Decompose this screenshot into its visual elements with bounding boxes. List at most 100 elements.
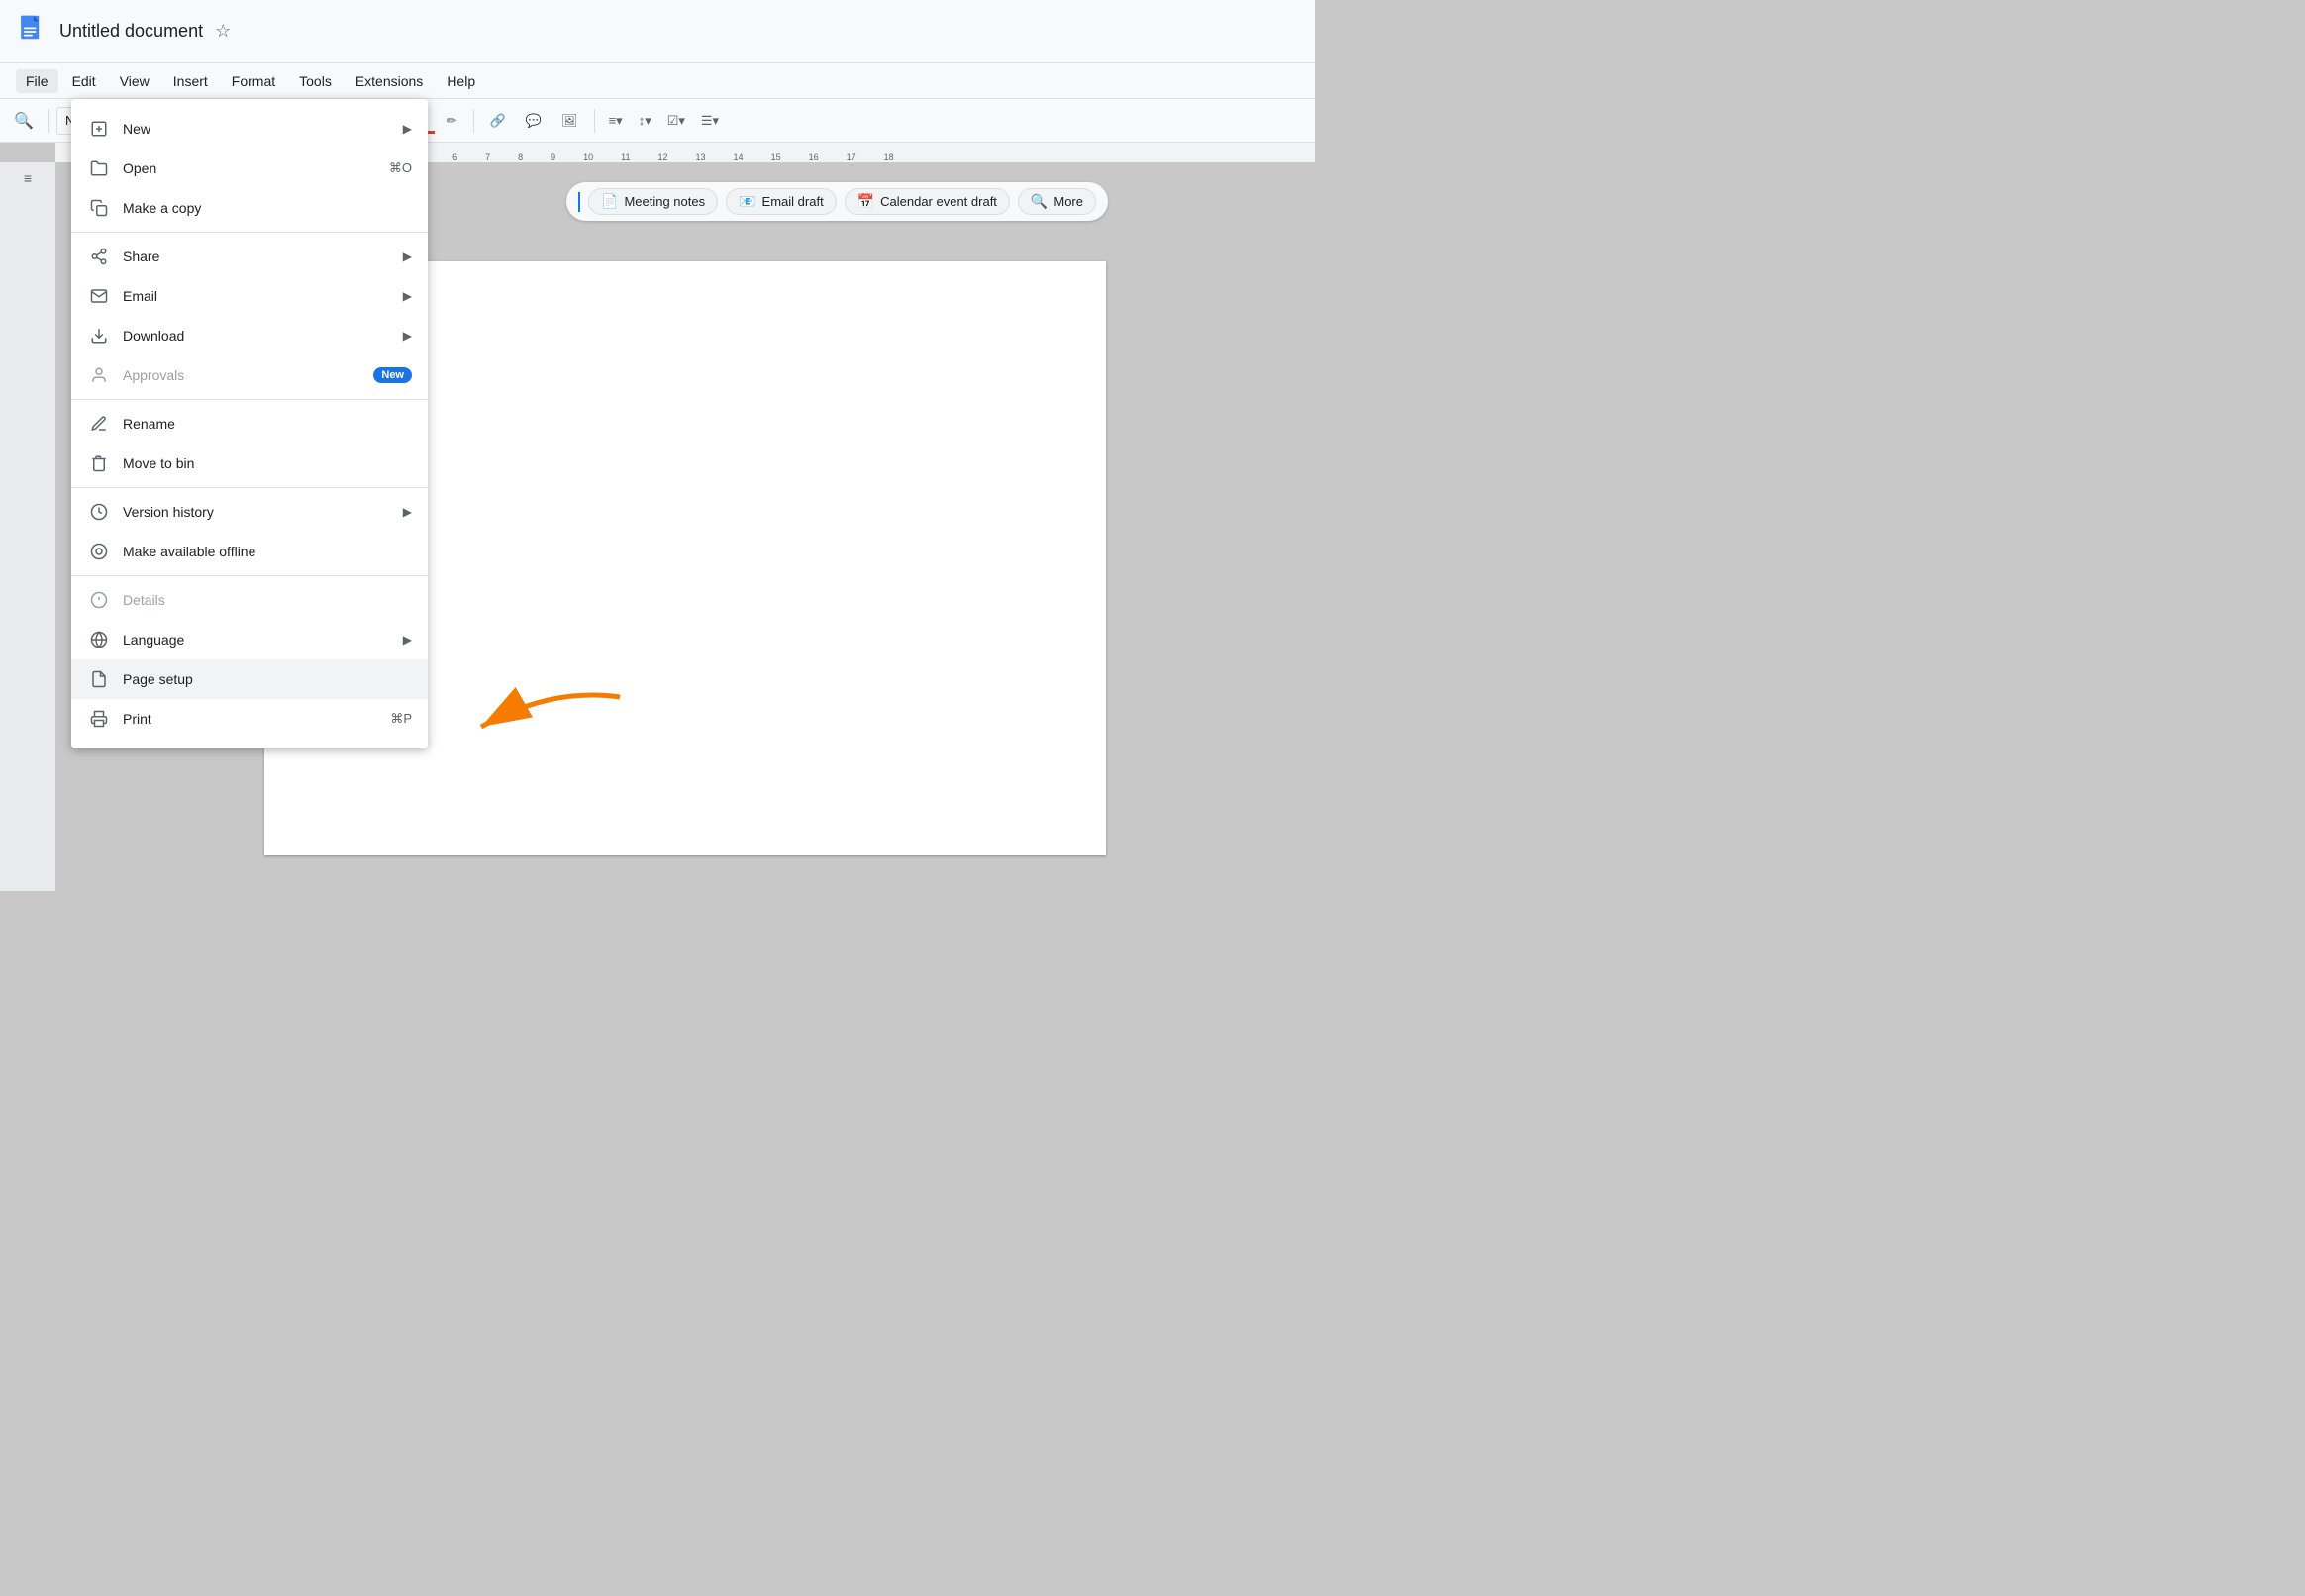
- menu-section-settings: Details Language ▶ Page setup: [71, 576, 428, 743]
- search-icon[interactable]: 🔍: [8, 105, 40, 137]
- email-draft-label: Email draft: [762, 194, 824, 209]
- ruler-tick: 15: [771, 152, 809, 162]
- language-label: Language: [123, 632, 395, 648]
- rename-label: Rename: [123, 416, 412, 432]
- move-to-bin-label: Move to bin: [123, 455, 412, 471]
- ruler-tick: 11: [621, 152, 657, 162]
- top-bar: Untitled document ☆: [0, 0, 1315, 63]
- email-label: Email: [123, 288, 395, 304]
- print-label: Print: [123, 711, 390, 727]
- ruler-tick: 10: [583, 152, 621, 162]
- ai-cursor: [578, 192, 580, 212]
- ruler-tick: 18: [884, 152, 922, 162]
- menu-item-move-to-bin[interactable]: Move to bin: [71, 444, 428, 483]
- line-spacing-button[interactable]: ↕▾: [633, 109, 657, 133]
- menu-section-rename: Rename Move to bin: [71, 400, 428, 488]
- align-button[interactable]: ≡▾: [603, 109, 629, 133]
- ruler-tick: 12: [658, 152, 696, 162]
- menu-insert[interactable]: Insert: [163, 69, 218, 93]
- calendar-event-label: Calendar event draft: [880, 194, 997, 209]
- approvals-icon: [87, 363, 111, 387]
- ruler-tick: 14: [734, 152, 771, 162]
- details-label: Details: [123, 592, 412, 608]
- menu-view[interactable]: View: [110, 69, 159, 93]
- list-button[interactable]: ☰▾: [695, 109, 725, 133]
- download-arrow: ▶: [403, 329, 412, 343]
- page-setup-icon: [87, 667, 111, 691]
- menu-item-open[interactable]: Open ⌘O: [71, 149, 428, 188]
- open-shortcut: ⌘O: [389, 160, 412, 176]
- menu-tools[interactable]: Tools: [289, 69, 342, 93]
- menu-section-file: New ▶ Open ⌘O Make a copy: [71, 105, 428, 233]
- ai-chip-calendar-event[interactable]: 📅 Calendar event draft: [845, 188, 1010, 215]
- menu-item-details: Details: [71, 580, 428, 620]
- menu-item-print[interactable]: Print ⌘P: [71, 699, 428, 739]
- menu-help[interactable]: Help: [437, 69, 485, 93]
- menu-item-version-history[interactable]: Version history ▶: [71, 492, 428, 532]
- document-title: Untitled document: [59, 21, 203, 42]
- menu-item-email[interactable]: Email ▶: [71, 276, 428, 316]
- bin-icon: [87, 451, 111, 475]
- menu-extensions[interactable]: Extensions: [346, 69, 433, 93]
- outline-icon[interactable]: ≡: [24, 170, 32, 186]
- ruler-tick: 8: [518, 152, 551, 162]
- language-arrow: ▶: [403, 633, 412, 647]
- ruler-tick: 7: [485, 152, 518, 162]
- share-arrow: ▶: [403, 249, 412, 263]
- new-arrow: ▶: [403, 122, 412, 136]
- comment-button[interactable]: 💬: [518, 109, 550, 133]
- menu-edit[interactable]: Edit: [62, 69, 106, 93]
- toolbar-divider-5: [473, 109, 474, 133]
- menu-file[interactable]: File: [16, 69, 58, 93]
- make-offline-label: Make available offline: [123, 544, 412, 559]
- left-margin: ≡: [0, 162, 55, 891]
- ruler-tick: 9: [551, 152, 583, 162]
- open-icon: [87, 156, 111, 180]
- highlight-button[interactable]: ✏: [439, 109, 465, 133]
- more-icon: 🔍: [1031, 193, 1048, 210]
- link-button[interactable]: 🔗: [482, 109, 514, 133]
- version-history-arrow: ▶: [403, 505, 412, 519]
- menu-item-rename[interactable]: Rename: [71, 404, 428, 444]
- menu-item-language[interactable]: Language ▶: [71, 620, 428, 659]
- version-history-label: Version history: [123, 504, 395, 520]
- star-icon[interactable]: ☆: [215, 21, 231, 42]
- meeting-notes-label: Meeting notes: [624, 194, 705, 209]
- ruler-tick: 16: [809, 152, 847, 162]
- copy-icon: [87, 196, 111, 220]
- language-icon: [87, 628, 111, 651]
- menu-item-make-offline[interactable]: Make available offline: [71, 532, 428, 571]
- menu-item-make-copy[interactable]: Make a copy: [71, 188, 428, 228]
- new-icon: [87, 117, 111, 141]
- offline-icon: [87, 540, 111, 563]
- ai-chip-more[interactable]: 🔍 More: [1018, 188, 1096, 215]
- ai-chip-meeting-notes[interactable]: 📄 Meeting notes: [588, 188, 718, 215]
- menu-item-new[interactable]: New ▶: [71, 109, 428, 149]
- toolbar-divider-6: [594, 109, 595, 133]
- ruler-tick: 17: [847, 152, 884, 162]
- approvals-label: Approvals: [123, 367, 365, 383]
- make-copy-label: Make a copy: [123, 200, 412, 216]
- menu-item-page-setup[interactable]: Page setup: [71, 659, 428, 699]
- page-setup-label: Page setup: [123, 671, 412, 687]
- download-label: Download: [123, 328, 395, 344]
- rename-icon: [87, 412, 111, 436]
- ruler-tick: 6: [452, 152, 485, 162]
- menu-item-download[interactable]: Download ▶: [71, 316, 428, 355]
- version-history-icon: [87, 500, 111, 524]
- menu-item-share[interactable]: Share ▶: [71, 237, 428, 276]
- more-label: More: [1053, 194, 1083, 209]
- print-icon: [87, 707, 111, 731]
- details-icon: [87, 588, 111, 612]
- new-label: New: [123, 121, 395, 137]
- menu-format[interactable]: Format: [222, 69, 285, 93]
- checklist-button[interactable]: ☑▾: [661, 109, 691, 133]
- image-button[interactable]: 🖼: [553, 109, 586, 133]
- share-icon: [87, 245, 111, 268]
- menu-section-version: Version history ▶ Make available offline: [71, 488, 428, 576]
- ai-chip-email-draft[interactable]: 📧 Email draft: [726, 188, 837, 215]
- menu-section-share: Share ▶ Email ▶ Download ▶: [71, 233, 428, 400]
- email-arrow: ▶: [403, 289, 412, 303]
- calendar-event-icon: 📅: [857, 193, 874, 210]
- ruler-tick: 13: [696, 152, 734, 162]
